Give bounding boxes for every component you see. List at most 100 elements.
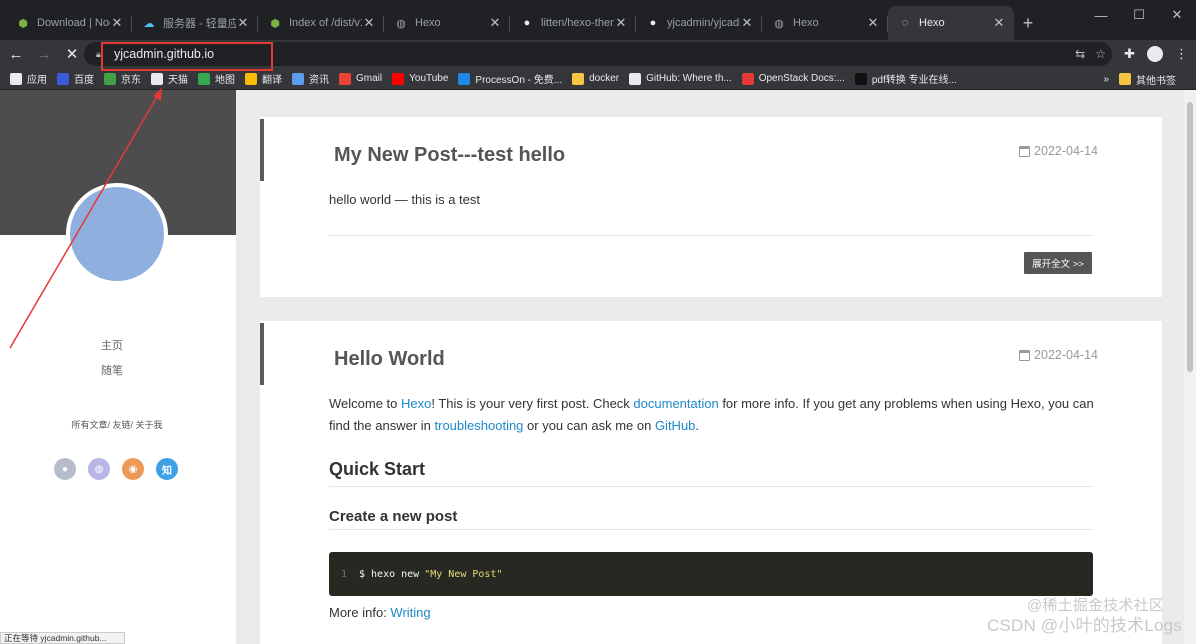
avatar[interactable] [66, 183, 168, 285]
forward-icon[interactable]: → [32, 42, 56, 66]
bookmark-label: ProcessOn - 免费... [475, 75, 563, 86]
browser-tab[interactable]: ● yjcadmin/yjcadmin.github.io✕ [636, 6, 762, 40]
scrollbar[interactable] [1184, 90, 1196, 644]
bookmark-item[interactable]: pdf转换 专业在线... [854, 71, 957, 86]
bookmark-label: GitHub: Where th... [646, 73, 732, 84]
scrollbar-thumb[interactable] [1187, 102, 1193, 372]
bookmarks-bar: 应用 百度 京东 天猫 地图 翻译 资讯 Gmail YouTube ProcessOn - 免费… [0, 68, 1196, 90]
bookmark-item[interactable]: 百度 [57, 71, 94, 86]
bookmark-item[interactable]: Gmail [339, 72, 382, 85]
sidebar-item-essays[interactable]: 随笔 [0, 362, 224, 387]
stop-loading-icon[interactable]: ✕ [60, 42, 84, 66]
section-heading: Quick Start [329, 459, 426, 479]
window-controls: — ☐ ✕ [1082, 0, 1196, 30]
bookmarks-overflow-icon[interactable]: » [1103, 74, 1109, 85]
writing-link[interactable]: Writing [390, 605, 430, 620]
bookmark-item[interactable]: GitHub: Where th... [629, 72, 732, 85]
tab-title: yjcadmin/yjcadmin.github.io [667, 17, 740, 29]
close-tab-icon[interactable]: ✕ [866, 15, 880, 31]
post-accent-bar [260, 119, 264, 181]
troubleshooting-link[interactable]: troubleshooting [435, 418, 524, 433]
bookmark-star-icon[interactable]: ☆ [1095, 47, 1106, 61]
pdf-icon [854, 72, 867, 85]
github-icon: ● [649, 17, 657, 29]
bookmark-item[interactable]: 资讯 [292, 71, 329, 86]
tab-strip: ⬢Download | Node.js✕☁服务器 - 轻量应用服务器✕⬢Inde… [0, 0, 1196, 40]
extensions-icon[interactable]: ✚ [1124, 46, 1135, 62]
bookmark-label: 资讯 [309, 75, 329, 86]
bookmark-label: 百度 [74, 75, 94, 86]
close-tab-icon[interactable]: ✕ [992, 15, 1006, 31]
post-excerpt: hello world — this is a test [329, 192, 481, 207]
bookmark-item[interactable]: 天猫 [151, 71, 188, 86]
cloud-icon: ☁ [143, 17, 155, 30]
code-string: "My New Post" [424, 568, 503, 580]
tmall-icon [151, 72, 163, 85]
close-tab-icon[interactable]: ✕ [236, 15, 250, 31]
maximize-icon[interactable]: ☐ [1120, 0, 1158, 30]
browser-tab[interactable]: ● litten/hexo-theme-yilia✕ [510, 6, 636, 40]
bookmark-label: pdf转换 专业在线... [871, 75, 957, 86]
browser-tab[interactable]: ☁ 服务器 - 轻量应用服务器✕ [132, 6, 258, 40]
close-tab-icon[interactable]: ✕ [362, 15, 376, 31]
bookmark-item[interactable]: YouTube [392, 72, 449, 85]
browser-tab[interactable]: ◍ Hexo ✕ [762, 6, 888, 40]
bookmark-item[interactable]: docker [572, 72, 619, 85]
new-tab-button[interactable]: + [1014, 6, 1042, 40]
rss-icon[interactable]: ◉ [122, 458, 144, 480]
translate-icon[interactable]: ⇆ [1075, 47, 1085, 61]
bookmark-item[interactable]: ProcessOn - 免费... [458, 71, 562, 86]
profile-avatar-icon[interactable] [1147, 46, 1163, 62]
code-block[interactable]: 1 $ hexo new "My New Post" [329, 552, 1093, 596]
close-tab-icon[interactable]: ✕ [614, 15, 628, 31]
annotation-highlight-box [101, 42, 273, 71]
bookmark-item[interactable]: 地图 [198, 71, 235, 86]
bookmark-label: 应用 [27, 75, 47, 86]
news-icon [292, 72, 304, 85]
bookmark-item[interactable]: 应用 [10, 71, 47, 86]
browser-tab[interactable]: ⬢ Index of /dist/v16✕ [258, 6, 384, 40]
close-tab-icon[interactable]: ✕ [488, 15, 502, 31]
subsection-heading: Create a new post [329, 508, 458, 525]
bookmark-label: 天猫 [168, 75, 188, 86]
divider [329, 235, 1093, 236]
zhihu-icon[interactable]: 知 [156, 458, 178, 480]
bookmark-item[interactable]: OpenStack Docs:... [741, 72, 845, 85]
github-icon [629, 72, 642, 85]
browser-tab[interactable]: ◍ Hexo ✕ [384, 6, 510, 40]
blog-sidebar: 主页 随笔 所有文章/ 友链/ 关于我 ● ◍ ◉ 知 [0, 90, 236, 644]
divider [329, 486, 1093, 487]
read-more-button[interactable]: 展开全文 >> [1024, 252, 1092, 274]
close-window-icon[interactable]: ✕ [1158, 0, 1196, 30]
bookmark-label: YouTube [409, 73, 449, 84]
browser-tab[interactable]: ◌ Hexo ✕ [888, 6, 1014, 40]
node-icon: ⬢ [18, 17, 28, 30]
post-title[interactable]: Hello World [334, 348, 445, 371]
github-link[interactable]: GitHub [655, 418, 695, 433]
menu-icon[interactable]: ⋮ [1175, 46, 1188, 62]
other-bookmarks[interactable]: 其他书签 [1119, 72, 1176, 87]
sidebar-item-home[interactable]: 主页 [0, 337, 224, 362]
tab-title: Download | Node.js [37, 17, 110, 29]
close-tab-icon[interactable]: ✕ [110, 15, 124, 31]
node-icon: ⬢ [270, 17, 280, 30]
post-title[interactable]: My New Post---test hello [334, 144, 565, 167]
weibo-icon[interactable]: ◍ [88, 458, 110, 480]
post-date: 2022-04-14 [1019, 348, 1098, 362]
github-icon[interactable]: ● [54, 458, 76, 480]
bookmark-item[interactable]: 京东 [104, 71, 141, 86]
map-icon [198, 72, 210, 85]
hexo-link[interactable]: Hexo [401, 396, 431, 411]
sidebar-links[interactable]: 所有文章/ 友链/ 关于我 [0, 418, 234, 431]
watermark: @稀土掘金技术社区 CSDN @小叶的技术Logs [986, 597, 1182, 635]
back-icon[interactable]: ← [4, 42, 28, 66]
bookmark-label: 京东 [121, 75, 141, 86]
divider [329, 529, 1093, 530]
globe-icon: ◍ [774, 17, 784, 30]
close-tab-icon[interactable]: ✕ [740, 15, 754, 31]
browser-tab[interactable]: ⬢ Download | Node.js✕ [6, 6, 132, 40]
tab-title: Hexo [793, 17, 819, 29]
documentation-link[interactable]: documentation [633, 396, 718, 411]
bookmark-item[interactable]: 翻译 [245, 71, 282, 86]
minimize-icon[interactable]: — [1082, 0, 1120, 30]
